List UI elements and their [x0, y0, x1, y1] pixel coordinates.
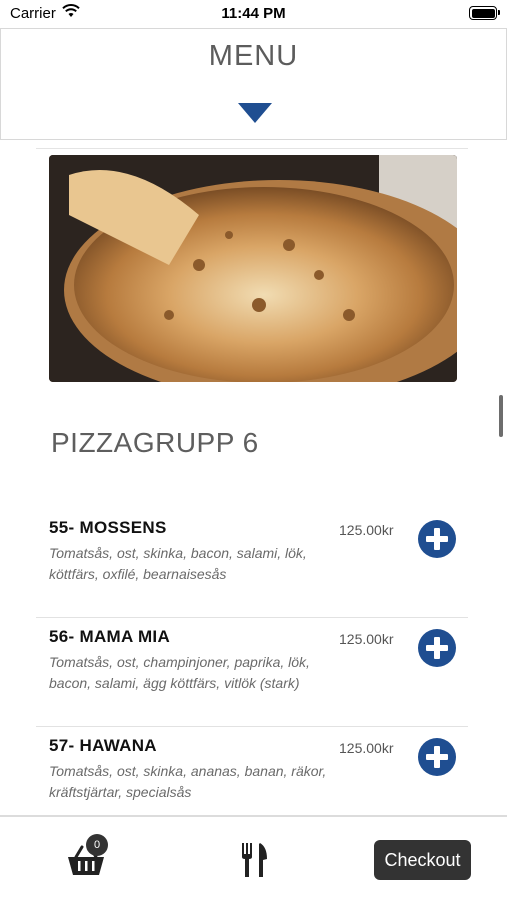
item-name: 55- MOSSENS	[49, 518, 167, 537]
item-price: 125.00kr	[339, 631, 394, 647]
checkout-button[interactable]: Checkout	[374, 840, 471, 880]
plus-circle-icon[interactable]	[418, 738, 456, 776]
chevron-down-icon[interactable]	[237, 101, 273, 125]
cutlery-icon[interactable]	[240, 843, 268, 877]
item-description: Tomatsås, ost, champinjoner, paprika, lö…	[49, 654, 310, 691]
plus-circle-icon[interactable]	[418, 629, 456, 667]
list-item[interactable]: 56- MAMA MIA Tomatsås, ost, champinjoner…	[36, 619, 468, 727]
status-bar: Carrier 11:44 PM	[0, 0, 507, 28]
menu-list[interactable]: PIZZAGRUPP 6 55- MOSSENS Tomatsås, ost, …	[0, 140, 507, 815]
battery-icon	[469, 6, 500, 20]
category-image	[49, 155, 457, 382]
item-description: Tomatsås, ost, skinka, bacon, salami, lö…	[49, 545, 307, 582]
item-price: 125.00kr	[339, 522, 394, 538]
category-title: PIZZAGRUPP 6	[51, 427, 259, 458]
item-description: Tomatsås, ost, skinka, ananas, banan, rä…	[49, 763, 327, 800]
menu-header: MENU	[0, 28, 507, 140]
plus-circle-icon[interactable]	[418, 520, 456, 558]
clock: 11:44 PM	[221, 5, 286, 22]
divider	[36, 617, 468, 618]
bottom-tab-bar: 0 Checkout	[0, 815, 507, 902]
list-item[interactable]: 55- MOSSENS Tomatsås, ost, skinka, bacon…	[36, 510, 468, 618]
cart-count-badge: 0	[86, 834, 108, 856]
page-title: MENU	[208, 40, 299, 72]
scrollbar[interactable]	[499, 395, 503, 437]
item-price: 125.00kr	[339, 740, 394, 756]
item-name: 57- HAWANA	[49, 736, 157, 755]
item-name: 56- MAMA MIA	[49, 627, 171, 646]
divider	[36, 148, 468, 149]
list-item[interactable]: 57- HAWANA Tomatsås, ost, skinka, ananas…	[36, 728, 468, 815]
divider	[36, 726, 468, 727]
